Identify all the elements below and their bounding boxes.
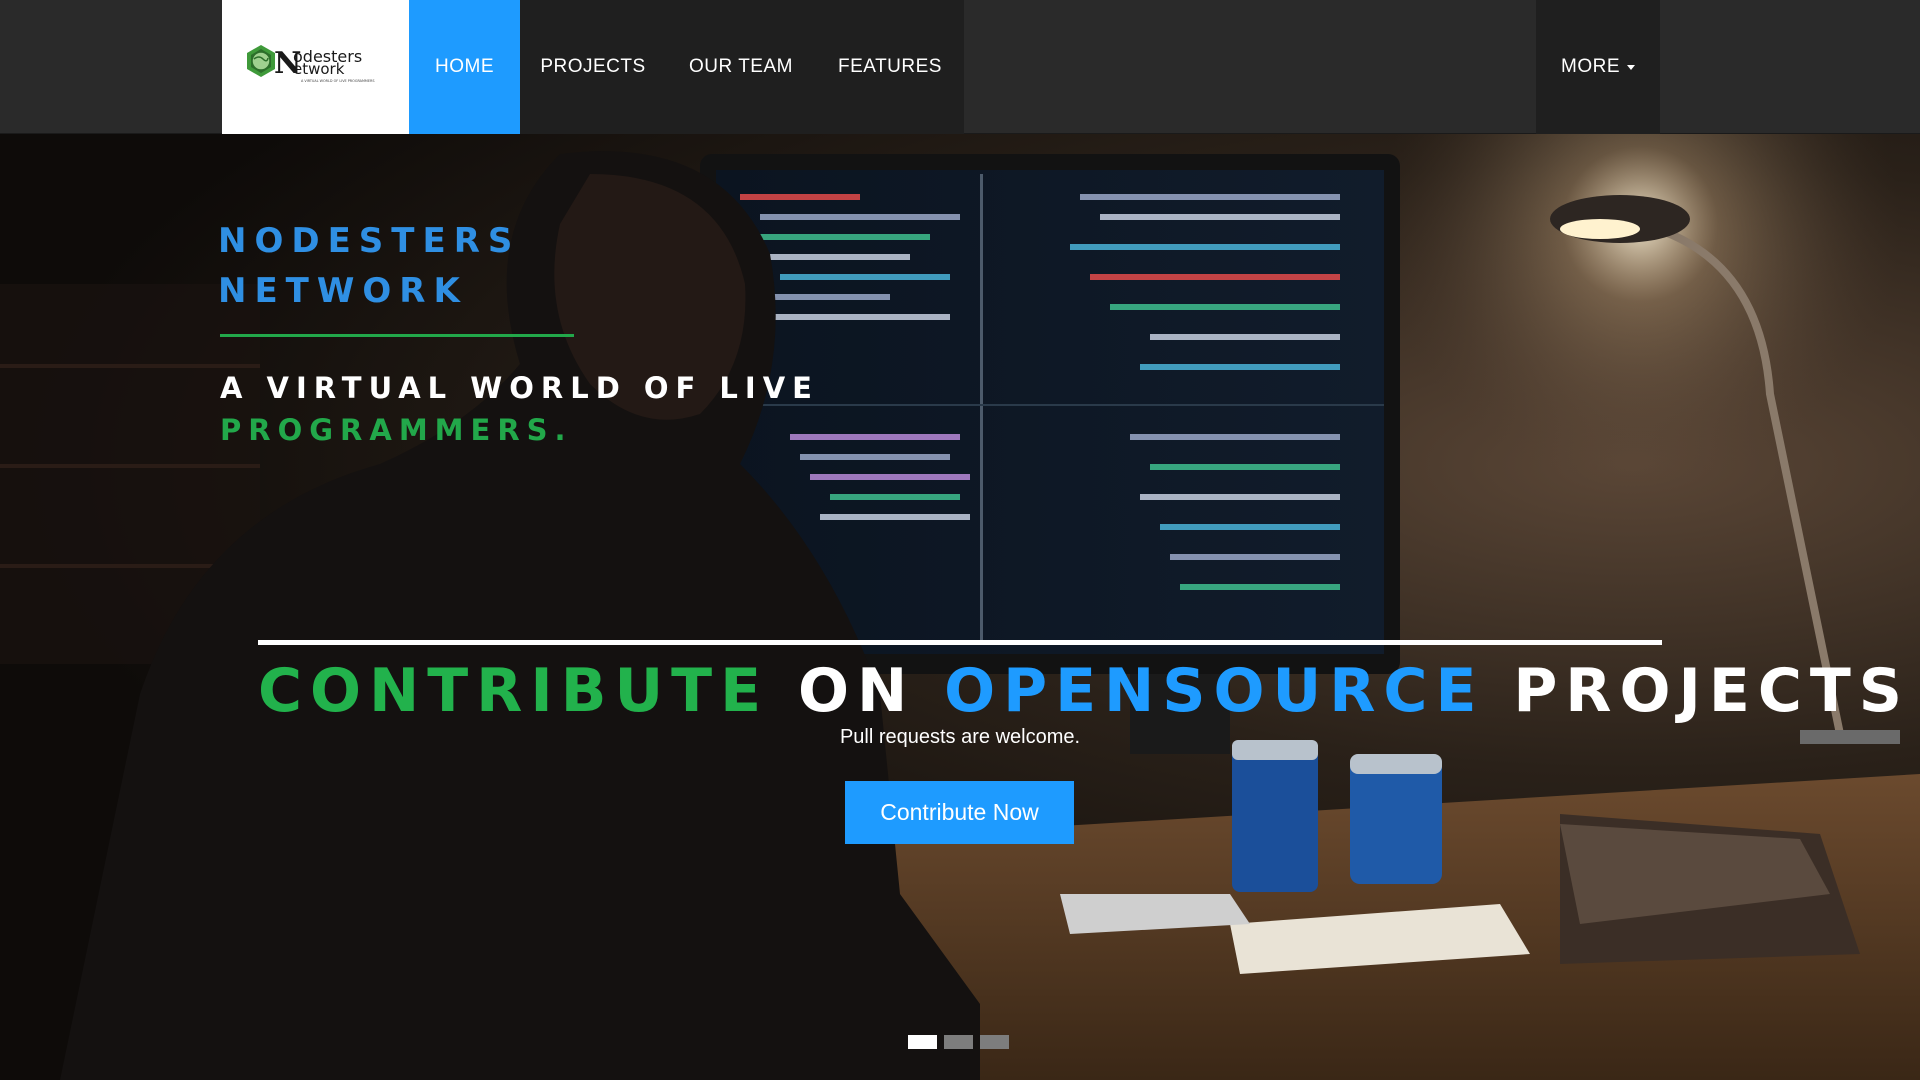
headline-word-on: ON	[797, 656, 916, 726]
hero-title-line2: NETWORK	[218, 271, 468, 311]
hero-tagline: A VIRTUAL WORLD OF LIVE PROGRAMMERS.	[220, 367, 819, 451]
nav-our-team-label: OUR TEAM	[689, 56, 793, 77]
hero-title-line1: NODESTERS	[218, 221, 521, 261]
nav-our-team[interactable]: OUR TEAM	[666, 0, 816, 134]
nav-more-label: MORE	[1561, 56, 1620, 77]
headline-word-projects: PROJECTS	[1513, 656, 1910, 726]
nav-projects-label: PROJECTS	[540, 56, 646, 77]
hero-carousel: NODESTERS NETWORK A VIRTUAL WORLD OF LIV…	[0, 134, 1920, 1080]
contribute-now-label: Contribute Now	[880, 799, 1039, 825]
caret-down-icon	[1627, 64, 1635, 70]
carousel-indicator-2[interactable]	[944, 1035, 973, 1049]
contribute-now-button[interactable]: Contribute Now	[845, 781, 1074, 844]
tagline-line2: PROGRAMMERS.	[220, 413, 573, 447]
top-navbar: N odesters etwork A VIRTUAL WORLD OF LIV…	[0, 0, 1920, 134]
tagline-line1: A VIRTUAL WORLD OF LIVE	[220, 371, 819, 405]
svg-text:A VIRTUAL WORLD OF LIVE PROGRA: A VIRTUAL WORLD OF LIVE PROGRAMMERS	[301, 79, 374, 83]
hero-headline: CONTRIBUTE ON OPENSOURCE PROJECTS	[258, 646, 1902, 736]
hero-title-divider	[220, 334, 574, 337]
nav-features-label: FEATURES	[838, 56, 942, 77]
svg-text:etwork: etwork	[293, 60, 345, 78]
nav-home[interactable]: HOME	[409, 0, 520, 134]
nodesters-logo-icon: N odesters etwork A VIRTUAL WORLD OF LIV…	[246, 45, 374, 83]
nav-home-label: HOME	[435, 56, 494, 77]
nav-features[interactable]: FEATURES	[816, 0, 964, 134]
headline-divider	[258, 640, 1662, 645]
carousel-indicator-1[interactable]	[908, 1035, 937, 1049]
headline-word-contribute: CONTRIBUTE	[258, 656, 770, 726]
brand-logo[interactable]: N odesters etwork A VIRTUAL WORLD OF LIV…	[222, 0, 409, 134]
hero-site-title: NODESTERS NETWORK	[218, 216, 520, 316]
carousel-indicator-3[interactable]	[980, 1035, 1009, 1049]
nav-more-dropdown[interactable]: MORE	[1536, 0, 1660, 134]
hero-subtitle: Pull requests are welcome.	[839, 726, 1081, 748]
headline-word-opensource: OPENSOURCE	[944, 656, 1485, 726]
nav-projects[interactable]: PROJECTS	[520, 0, 666, 134]
